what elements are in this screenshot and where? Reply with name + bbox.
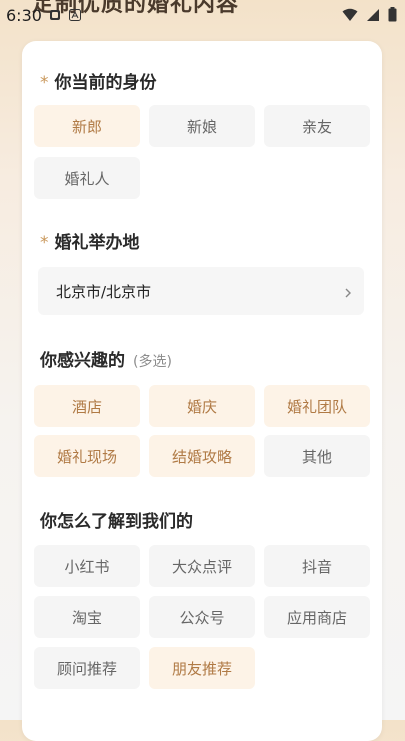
identity-option-groom[interactable]: 新郎: [34, 105, 140, 147]
venue-section-title: * 婚礼举办地: [40, 228, 140, 253]
source-option-consultant[interactable]: 顾问推荐: [34, 647, 140, 689]
battery-icon: [388, 7, 397, 26]
source-option-official-account[interactable]: 公众号: [149, 596, 255, 638]
identity-option-wedding-pro[interactable]: 婚礼人: [34, 157, 140, 199]
wifi-icon: [342, 7, 358, 26]
required-asterisk: *: [40, 233, 49, 253]
venue-selector[interactable]: 北京市/北京市: [38, 267, 364, 315]
source-title-text: 你怎么了解到我们的: [40, 512, 193, 532]
interests-section-title: 你感兴趣的 (多选): [40, 346, 172, 371]
source-option-friend[interactable]: 朋友推荐: [149, 647, 255, 689]
interest-option-wedding-team[interactable]: 婚礼团队: [264, 385, 370, 427]
multi-select-hint: (多选): [133, 354, 172, 370]
source-option-xiaohongshu[interactable]: 小红书: [34, 545, 140, 587]
source-option-app-store[interactable]: 应用商店: [264, 596, 370, 638]
status-time: 6:30: [6, 5, 42, 25]
identity-section-title: * 你当前的身份: [40, 68, 157, 93]
signal-icon: [366, 7, 380, 26]
interest-option-other[interactable]: 其他: [264, 435, 370, 477]
interest-option-hotel[interactable]: 酒店: [34, 385, 140, 427]
required-asterisk: *: [40, 73, 49, 93]
preference-form-card: * 你当前的身份 新郎 新娘 亲友 婚礼人 * 婚礼举办地 北京市/北京市 你感…: [22, 41, 382, 741]
identity-option-bride[interactable]: 新娘: [149, 105, 255, 147]
identity-title-text: 你当前的身份: [54, 73, 157, 93]
venue-value: 北京市/北京市: [56, 282, 152, 301]
status-bar: 6:30: [0, 0, 405, 30]
source-option-douyin[interactable]: 抖音: [264, 545, 370, 587]
interest-option-wedding-planning[interactable]: 婚庆: [149, 385, 255, 427]
notification-icon: [48, 8, 62, 22]
source-option-dianping[interactable]: 大众点评: [149, 545, 255, 587]
app-notification-icon: [68, 8, 82, 22]
identity-option-relative[interactable]: 亲友: [264, 105, 370, 147]
source-option-taobao[interactable]: 淘宝: [34, 596, 140, 638]
chevron-right-icon: [344, 284, 352, 303]
interest-option-wedding-venue[interactable]: 婚礼现场: [34, 435, 140, 477]
interest-option-wedding-guide[interactable]: 结婚攻略: [149, 435, 255, 477]
interests-title-text: 你感兴趣的: [40, 351, 125, 371]
source-section-title: 你怎么了解到我们的: [40, 507, 193, 532]
venue-title-text: 婚礼举办地: [54, 233, 140, 253]
